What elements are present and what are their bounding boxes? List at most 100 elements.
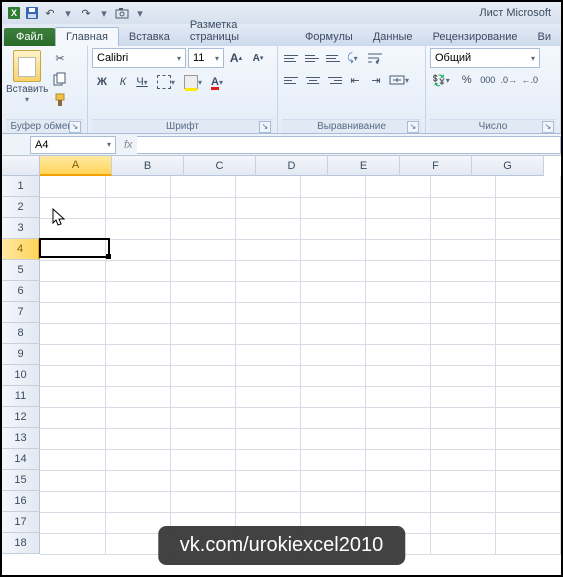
merge-button[interactable]: ▾ xyxy=(387,70,415,90)
cell[interactable] xyxy=(235,281,300,302)
cell[interactable] xyxy=(40,386,105,407)
cell[interactable] xyxy=(300,365,365,386)
row-header[interactable]: 11 xyxy=(2,386,40,407)
cell[interactable] xyxy=(235,470,300,491)
cell[interactable] xyxy=(495,176,560,197)
cell[interactable] xyxy=(495,260,560,281)
cell[interactable] xyxy=(40,323,105,344)
cell[interactable] xyxy=(170,323,235,344)
cell[interactable] xyxy=(235,239,300,260)
cell[interactable] xyxy=(300,197,365,218)
fill-color-button[interactable]: ▾ xyxy=(182,72,208,92)
cell[interactable] xyxy=(300,428,365,449)
cell[interactable] xyxy=(495,449,560,470)
tab-insert[interactable]: Вставка xyxy=(119,28,180,46)
select-all-corner[interactable] xyxy=(2,156,40,176)
cell[interactable] xyxy=(495,533,560,554)
cell[interactable] xyxy=(170,197,235,218)
align-bottom-button[interactable] xyxy=(324,48,344,68)
font-color-button[interactable]: A▾ xyxy=(209,72,229,92)
column-header[interactable]: G xyxy=(472,156,544,176)
cell[interactable] xyxy=(40,491,105,512)
redo-dropdown-icon[interactable]: ▾ xyxy=(96,5,112,21)
undo-icon[interactable]: ↶ xyxy=(42,5,58,21)
cell[interactable] xyxy=(105,428,170,449)
cell[interactable] xyxy=(105,344,170,365)
row-header[interactable]: 7 xyxy=(2,302,40,323)
cell[interactable] xyxy=(40,239,105,260)
cell[interactable] xyxy=(170,176,235,197)
cell[interactable] xyxy=(105,491,170,512)
tab-page-layout[interactable]: Разметка страницы xyxy=(180,16,295,46)
align-right-button[interactable] xyxy=(324,70,344,90)
cell[interactable] xyxy=(430,176,495,197)
cell[interactable] xyxy=(495,344,560,365)
cell[interactable] xyxy=(365,239,430,260)
column-header[interactable]: B xyxy=(112,156,184,176)
cell[interactable] xyxy=(430,218,495,239)
increase-indent-button[interactable]: ⇥ xyxy=(366,70,386,90)
cell[interactable] xyxy=(365,218,430,239)
tab-review[interactable]: Рецензирование xyxy=(423,28,528,46)
cell[interactable] xyxy=(430,449,495,470)
cell[interactable] xyxy=(40,302,105,323)
cell[interactable] xyxy=(365,365,430,386)
cell[interactable] xyxy=(495,239,560,260)
border-button[interactable]: ▾ xyxy=(155,72,181,92)
wrap-text-button[interactable] xyxy=(365,48,385,68)
cell[interactable] xyxy=(300,302,365,323)
grow-font-button[interactable]: A▴ xyxy=(226,48,246,68)
cell[interactable] xyxy=(300,218,365,239)
font-size-combo[interactable]: 11▾ xyxy=(188,48,224,68)
cell[interactable] xyxy=(495,512,560,533)
cell[interactable] xyxy=(170,365,235,386)
decrease-decimal-button[interactable]: ←.0 xyxy=(520,70,540,90)
tab-view[interactable]: Ви xyxy=(528,28,561,46)
cell[interactable] xyxy=(40,449,105,470)
cell[interactable] xyxy=(430,239,495,260)
cell[interactable] xyxy=(495,428,560,449)
cell[interactable] xyxy=(235,407,300,428)
name-box[interactable]: A4▾ xyxy=(30,136,116,154)
cell[interactable] xyxy=(495,218,560,239)
paste-button[interactable]: Вставить ▾ xyxy=(6,48,48,104)
cell[interactable] xyxy=(105,260,170,281)
cut-button[interactable]: ✂ xyxy=(50,48,70,68)
cell[interactable] xyxy=(105,323,170,344)
tab-formulas[interactable]: Формулы xyxy=(295,28,363,46)
fx-button[interactable]: fx xyxy=(124,139,133,151)
tab-home[interactable]: Главная xyxy=(55,27,119,46)
cell[interactable] xyxy=(365,470,430,491)
cell[interactable] xyxy=(430,197,495,218)
column-header[interactable]: E xyxy=(328,156,400,176)
cell[interactable] xyxy=(40,197,105,218)
cell[interactable] xyxy=(170,281,235,302)
row-header[interactable]: 12 xyxy=(2,407,40,428)
row-header[interactable]: 17 xyxy=(2,512,40,533)
cell[interactable] xyxy=(300,260,365,281)
row-header[interactable]: 9 xyxy=(2,344,40,365)
cell[interactable] xyxy=(105,407,170,428)
cell[interactable] xyxy=(170,428,235,449)
row-header[interactable]: 14 xyxy=(2,449,40,470)
orientation-button[interactable]: ⤹▾ xyxy=(345,48,364,68)
cell[interactable] xyxy=(495,365,560,386)
cell[interactable] xyxy=(430,260,495,281)
cell[interactable] xyxy=(105,239,170,260)
row-header[interactable]: 13 xyxy=(2,428,40,449)
cell[interactable] xyxy=(300,491,365,512)
cell[interactable] xyxy=(40,176,105,197)
column-header[interactable]: C xyxy=(184,156,256,176)
row-header[interactable]: 2 xyxy=(2,197,40,218)
row-header[interactable]: 16 xyxy=(2,491,40,512)
cell[interactable] xyxy=(495,302,560,323)
cell[interactable] xyxy=(105,302,170,323)
cell[interactable] xyxy=(495,491,560,512)
cell[interactable] xyxy=(365,197,430,218)
cell[interactable] xyxy=(365,281,430,302)
cell[interactable] xyxy=(40,344,105,365)
cell[interactable] xyxy=(495,407,560,428)
cell[interactable] xyxy=(235,428,300,449)
cell[interactable] xyxy=(105,281,170,302)
formula-input[interactable] xyxy=(137,136,561,154)
